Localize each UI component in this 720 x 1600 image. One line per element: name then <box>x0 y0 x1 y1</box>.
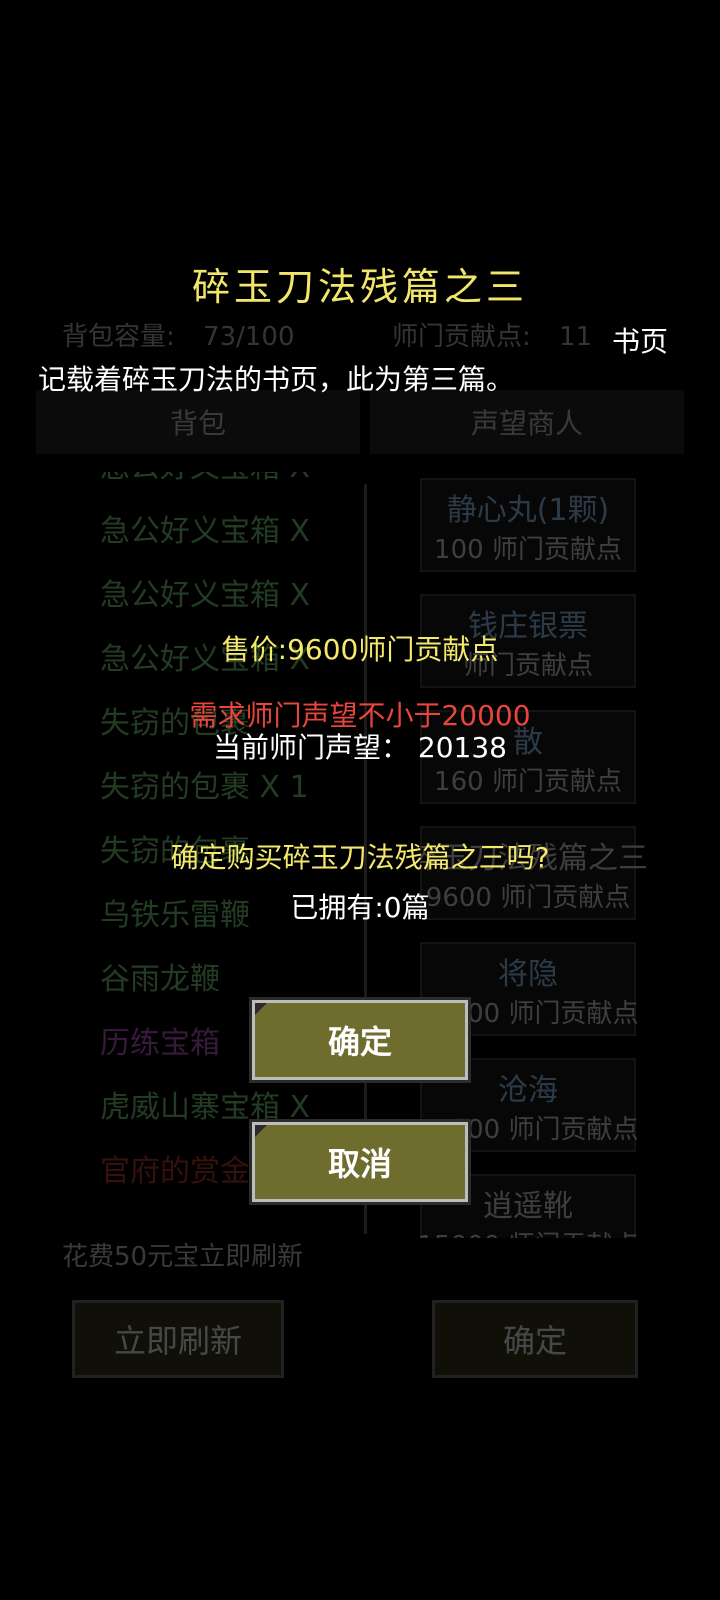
shop-item-price: 100 师门贡献点 <box>434 534 622 565</box>
bag-capacity: 背包容量: 73/100 <box>62 316 295 353</box>
button-corner-decoration <box>255 1125 267 1137</box>
current-reputation-text: 当前师门声望： 20138 <box>213 731 507 764</box>
tab-merchant[interactable]: 声望商人 <box>370 390 684 454</box>
inventory-item[interactable]: 急公好义宝箱 X <box>100 472 360 500</box>
refresh-button[interactable]: 立即刷新 <box>72 1300 284 1378</box>
inventory-item[interactable]: 急公好义宝箱 X <box>100 564 360 628</box>
refresh-cost-text: 花费50元宝立即刷新 <box>62 1242 304 1272</box>
background-screen: 背包容量: 73/100 师门贡献点: 11 背包 声望商人 急公好义宝箱 X … <box>0 0 720 1600</box>
confirm-button[interactable]: 确定 <box>252 1000 468 1080</box>
item-category: 书页 <box>611 325 668 358</box>
confirm-button-label: 确定 <box>327 1023 392 1061</box>
shop-item-name: 将隐 <box>498 956 558 992</box>
button-corner-decoration <box>255 1003 267 1015</box>
shop-item-name: 静心丸(1颗) <box>446 492 610 528</box>
item-title: 碎玉刀法残篇之三 <box>191 265 528 309</box>
merchant-confirm-button[interactable]: 确定 <box>432 1300 638 1378</box>
cancel-button-label: 取消 <box>327 1145 392 1183</box>
shop-item[interactable]: 静心丸(1颗) 100 师门贡献点 <box>420 478 636 572</box>
owned-count: 已拥有:0篇 <box>290 891 430 924</box>
contribution-label: 师门贡献点: <box>392 322 531 352</box>
shop-item-price: 15000 师门贡献点 <box>420 1225 639 1239</box>
inventory-item[interactable]: 急公好义宝箱 X <box>100 500 360 564</box>
shop-item-name: 逍遥靴 <box>483 1188 573 1224</box>
shop-item-price: 160 师门贡献点 <box>434 766 622 797</box>
contribution-points: 师门贡献点: 11 <box>392 316 592 353</box>
price-text: 售价:9600师门贡献点 <box>221 633 499 666</box>
bag-capacity-label: 背包容量: <box>62 322 175 352</box>
tab-bag[interactable]: 背包 <box>36 390 360 454</box>
purchase-question: 确定购买碎玉刀法残篇之三吗? <box>170 841 550 874</box>
shop-item-name: 沧海 <box>498 1072 558 1108</box>
cancel-button[interactable]: 取消 <box>252 1122 468 1202</box>
item-description: 记载着碎玉刀法的书页，此为第三篇。 <box>38 363 515 396</box>
contribution-value: 11 <box>559 322 593 352</box>
bag-capacity-value: 73/100 <box>203 322 295 352</box>
